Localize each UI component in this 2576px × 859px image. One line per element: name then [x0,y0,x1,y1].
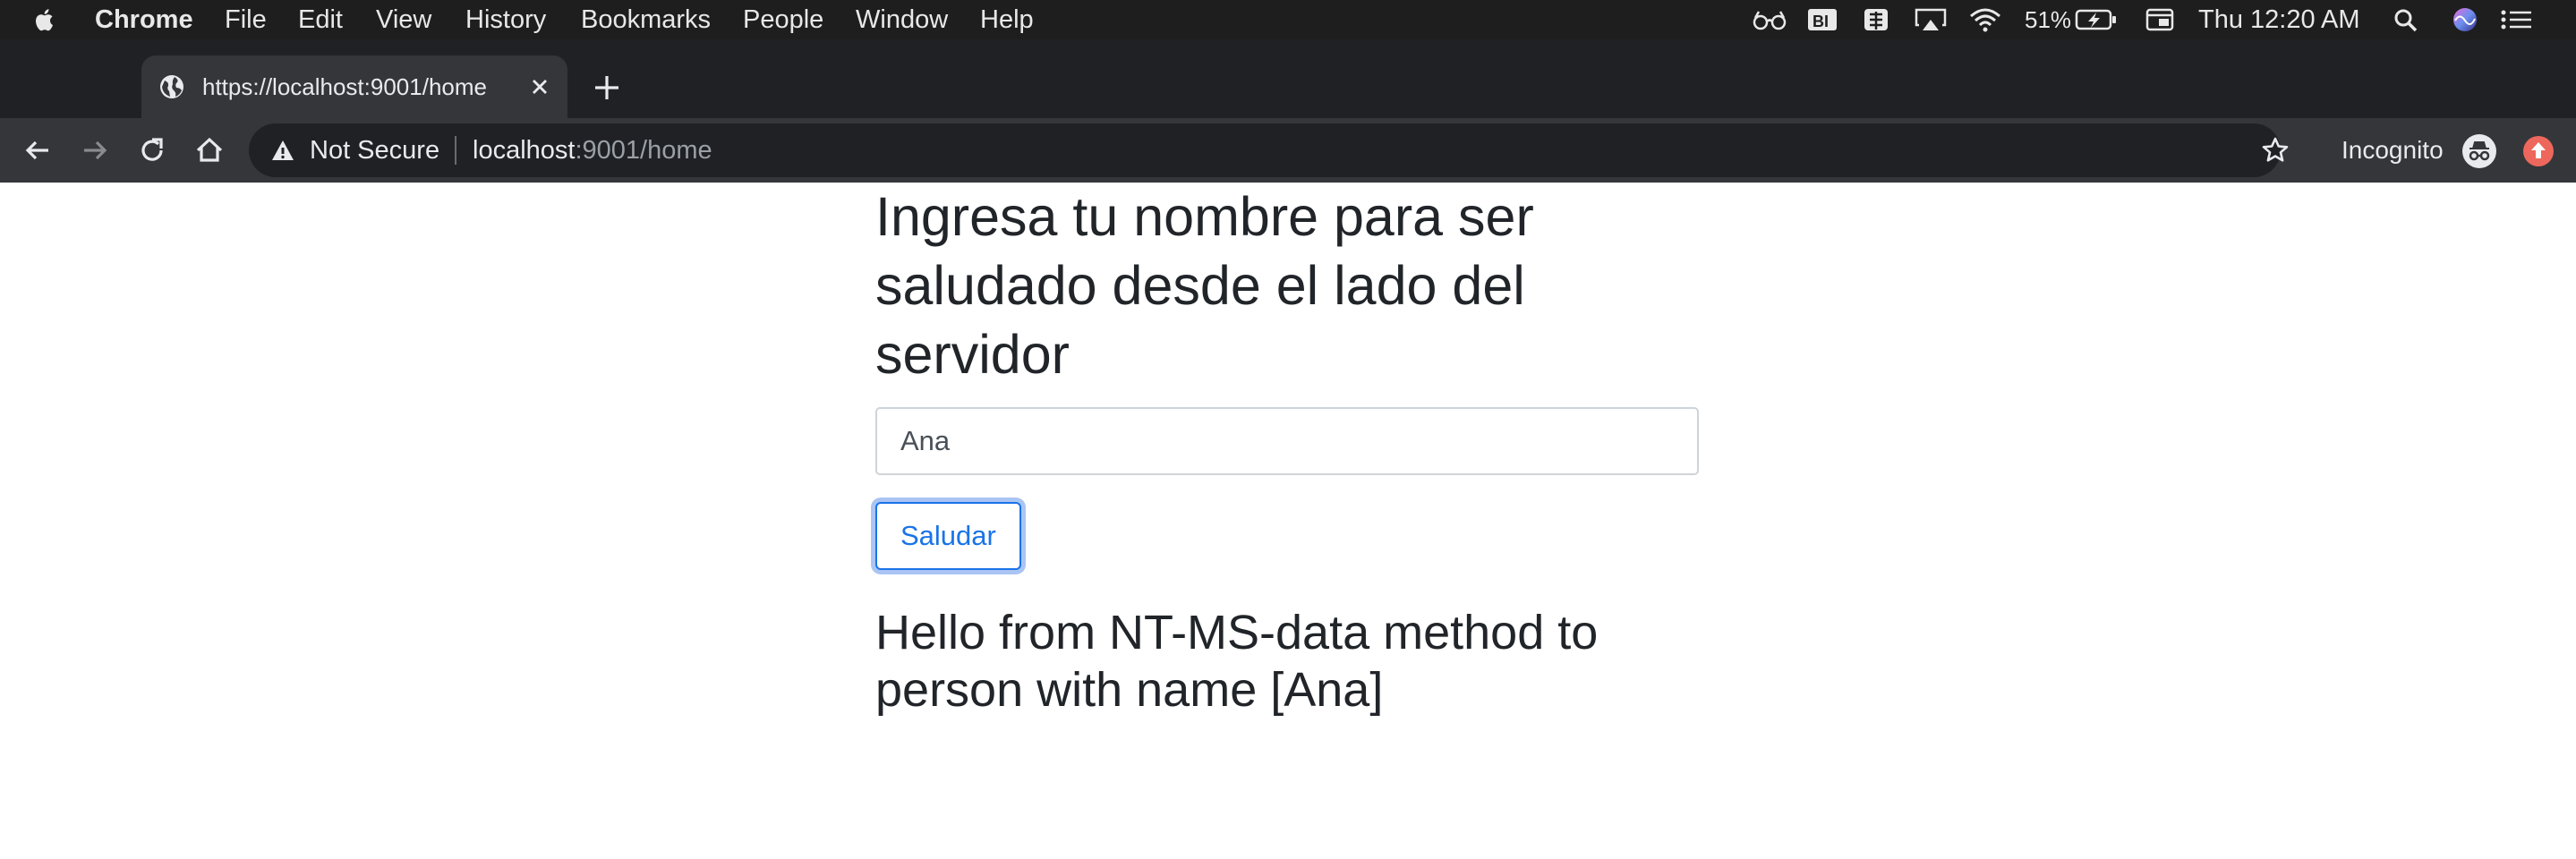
greeting-message: Hello from NT-MS-data method to person w… [875,606,1599,717]
spotlight-search-icon[interactable] [2392,7,2420,32]
menu-bar: Chrome File Edit View History Bookmarks … [0,0,2576,39]
incognito-label[interactable]: Incognito [2341,118,2444,183]
app-menu-chrome[interactable]: Chrome [95,0,193,39]
close-tab-icon[interactable] [528,75,551,98]
menu-bookmarks[interactable]: Bookmarks [581,0,711,39]
incognito-icon[interactable] [2461,133,2497,169]
omnibox-divider [455,136,456,165]
bi-icon[interactable]: BI [1806,7,1838,32]
keyboard-layout-icon[interactable] [1862,7,1890,32]
wifi-icon[interactable] [1967,7,2003,32]
url-path: :9001/home [575,136,712,165]
url-text[interactable]: localhost:9001/home [473,123,712,177]
home-icon[interactable] [190,131,229,170]
airplay-icon[interactable] [1914,7,1948,32]
saludar-button[interactable]: Saludar [875,502,1021,570]
address-bar[interactable]: Not Secure localhost:9001/home [249,123,2289,177]
menu-window[interactable]: Window [856,0,948,39]
url-host: localhost [473,136,576,165]
notification-center-icon[interactable] [2499,7,2533,32]
display-icon[interactable] [2145,7,2175,32]
menu-view[interactable]: View [376,0,431,39]
bookmark-star-icon[interactable] [2261,136,2290,165]
menu-history[interactable]: History [465,0,546,39]
battery-charging-icon[interactable] [2075,7,2118,32]
new-tab-icon[interactable] [591,72,623,104]
menu-people[interactable]: People [743,0,823,39]
glasses-icon[interactable] [1752,7,1787,32]
browser-tab[interactable]: https://localhost:9001/home [141,55,567,118]
tab-title: https://localhost:9001/home [202,73,487,100]
siri-icon[interactable] [2451,7,2479,32]
name-input[interactable] [875,407,1699,475]
apple-icon[interactable] [32,7,59,32]
browser-toolbar: Not Secure localhost:9001/home Incognito [0,118,2576,183]
reload-icon[interactable] [132,131,172,170]
forward-arrow-icon[interactable] [75,131,115,170]
menubar-clock[interactable]: Thu 12:20 AM [2198,0,2360,39]
warning-icon[interactable] [270,138,295,163]
svg-text:BI: BI [1813,13,1829,30]
globe-icon [159,74,184,99]
page-content: Ingresa tu nombre para ser saludado desd… [875,183,1699,719]
page-heading: Ingresa tu nombre para ser saludado desd… [875,186,1534,385]
security-status-label[interactable]: Not Secure [310,123,439,177]
menu-file[interactable]: File [225,0,267,39]
update-icon[interactable] [2522,135,2555,167]
page-viewport: Ingresa tu nombre para ser saludado desd… [0,183,2576,859]
menu-edit[interactable]: Edit [298,0,343,39]
battery-percent: 51% [2025,6,2072,33]
back-arrow-icon[interactable] [18,131,57,170]
menu-help[interactable]: Help [980,0,1034,39]
